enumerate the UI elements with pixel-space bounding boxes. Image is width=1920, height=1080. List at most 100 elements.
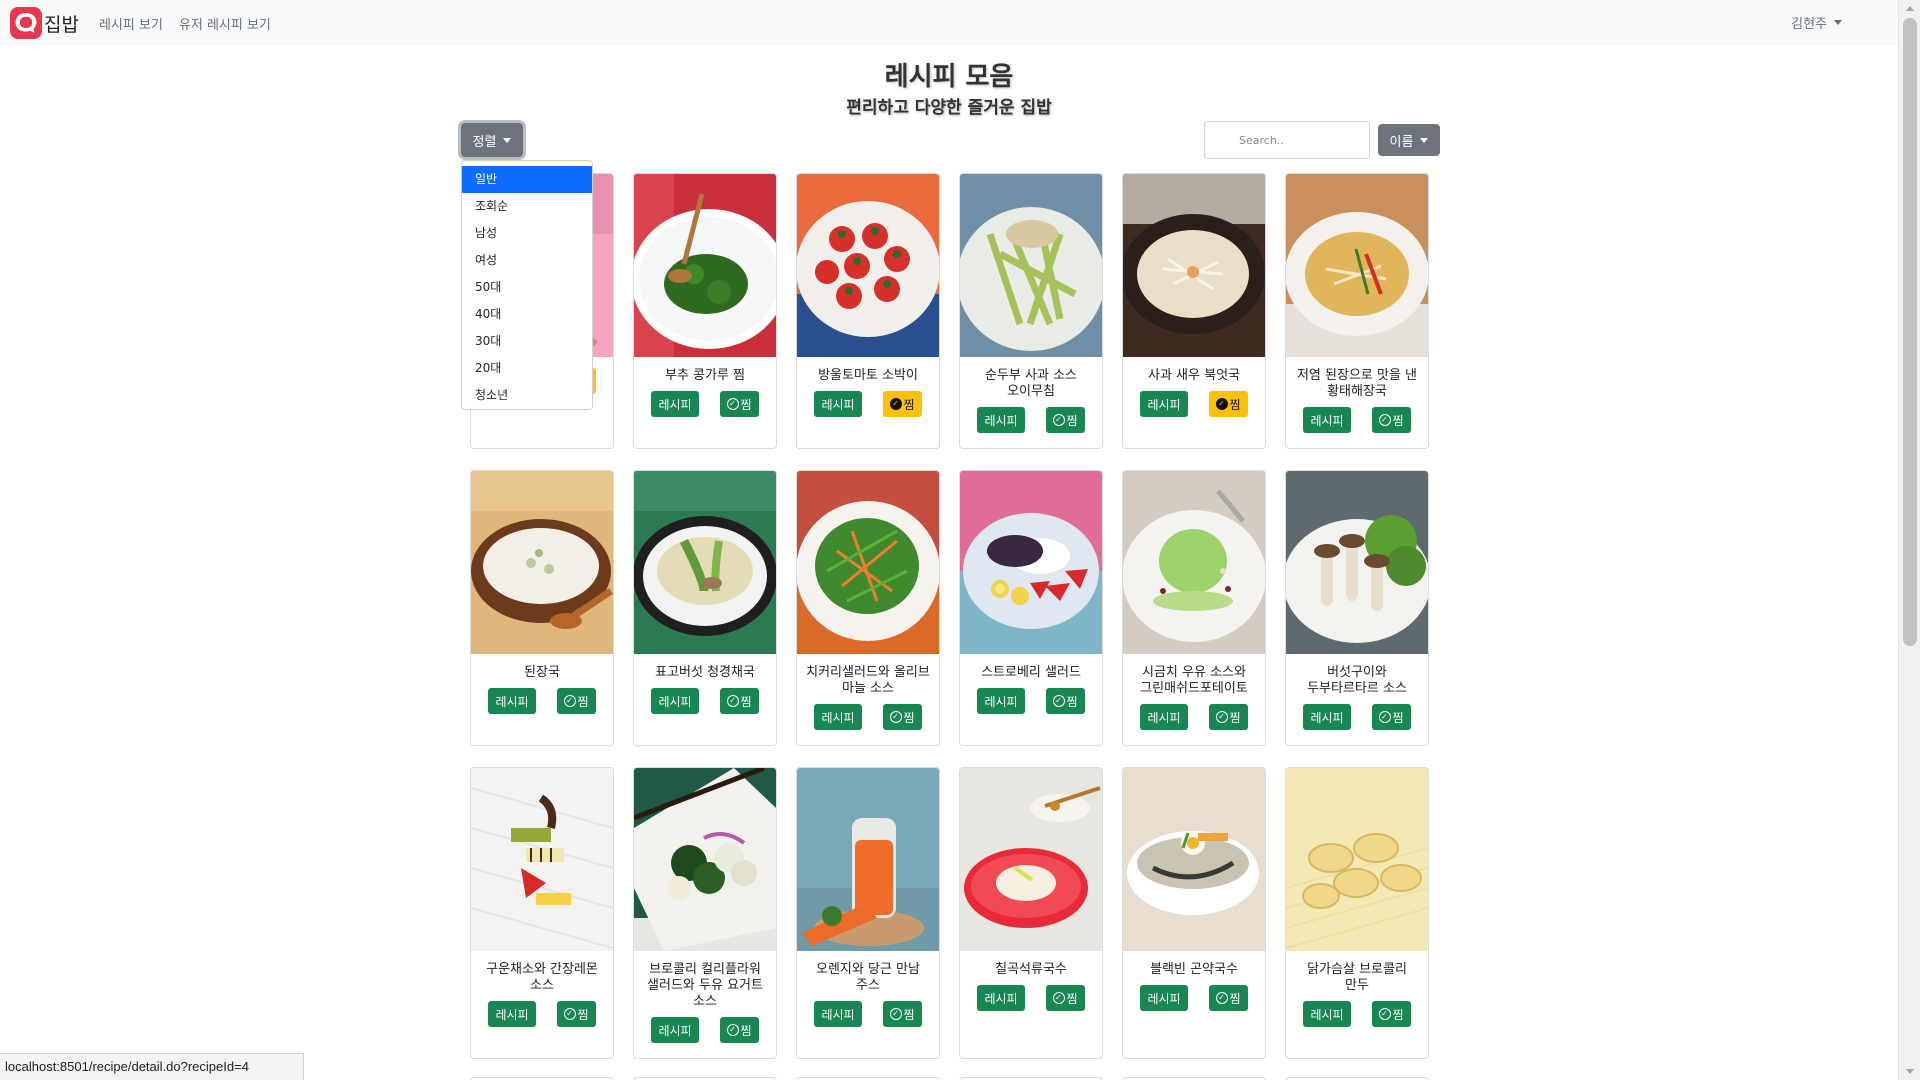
- recipe-image[interactable]: [960, 174, 1102, 357]
- nav-link-recipes[interactable]: 레시피 보기: [99, 14, 163, 33]
- sort-option[interactable]: 남성: [462, 220, 592, 247]
- brand-logo-icon: [10, 7, 42, 39]
- page-subtitle: 편리하고 다양한 즐거운 집밥: [846, 98, 1052, 118]
- page-scrollbar[interactable]: [1898, 0, 1920, 1080]
- recipe-title: 부추 콩가루 찜: [664, 368, 746, 383]
- zzim-button[interactable]: ✓찜: [719, 688, 759, 714]
- zzim-button[interactable]: ✓찜: [882, 391, 922, 417]
- check-circle-icon: ✓: [1052, 992, 1065, 1004]
- sort-option[interactable]: 20대: [462, 355, 592, 382]
- recipe-title: 블랙빈 곤약국수: [1150, 962, 1238, 977]
- zzim-button[interactable]: ✓찜: [1045, 985, 1085, 1011]
- recipe-title: 사과 새우 북엇국: [1148, 368, 1240, 383]
- recipe-card: 칠곡석류국수 레시피 ✓ 찜: [959, 767, 1103, 1059]
- zzim-label: 찜: [577, 694, 589, 709]
- zzim-button[interactable]: ✓찜: [1371, 407, 1411, 433]
- zzim-button[interactable]: ✓찜: [882, 1001, 922, 1027]
- recipe-title: 브로콜리 컬리플라워 샐러드와 두유 요거트 소스: [647, 962, 763, 1009]
- check-circle-icon: ✓: [1378, 414, 1391, 426]
- recipe-image[interactable]: [634, 471, 776, 654]
- recipe-button[interactable]: 레시피: [1303, 1001, 1351, 1027]
- zzim-label: 찜: [1066, 694, 1078, 709]
- check-circle-icon: ✓: [889, 1008, 902, 1020]
- navbar: 집밥 레시피 보기 유저 레시피 보기 김현주: [0, 0, 1898, 46]
- recipe-button[interactable]: 레시피: [651, 1017, 699, 1043]
- zzim-label: 찜: [740, 397, 752, 412]
- recipe-image[interactable]: [1286, 174, 1428, 357]
- recipe-button[interactable]: 레시피: [651, 688, 699, 714]
- recipe-title: 스트로베리 샐러드: [981, 665, 1081, 680]
- recipe-image[interactable]: [1286, 471, 1428, 654]
- zzim-button[interactable]: ✓찜: [556, 688, 596, 714]
- recipe-image[interactable]: [797, 471, 939, 654]
- scroll-up-arrow-icon[interactable]: [1906, 6, 1914, 11]
- recipe-button[interactable]: 레시피: [977, 688, 1025, 714]
- recipe-image[interactable]: [960, 471, 1102, 654]
- zzim-button[interactable]: ✓찜: [1371, 1001, 1411, 1027]
- zzim-button[interactable]: ✓찜: [882, 704, 922, 730]
- sort-option[interactable]: 청소년: [462, 382, 592, 409]
- recipe-button[interactable]: 레시피: [488, 688, 536, 714]
- recipe-card: 오렌지와 당근 만남 주스 레시피 ✓ 찜: [796, 767, 940, 1059]
- recipe-button[interactable]: 레시피: [977, 407, 1025, 433]
- recipe-image[interactable]: [634, 174, 776, 357]
- check-circle-icon: ✓: [1215, 398, 1228, 410]
- zzim-button[interactable]: ✓찜: [556, 1001, 596, 1027]
- recipe-card-actions: 레시피 ✓찜: [1286, 1001, 1428, 1027]
- user-menu[interactable]: 김현주: [1791, 13, 1842, 32]
- sort-button-label: 정렬: [472, 134, 497, 150]
- recipe-button[interactable]: 레시피: [1303, 704, 1351, 730]
- recipe-image[interactable]: [471, 768, 613, 951]
- recipe-button[interactable]: 레시피: [651, 391, 699, 417]
- recipe-button[interactable]: 레시피: [1303, 407, 1351, 433]
- recipe-image[interactable]: [1123, 768, 1265, 951]
- check-circle-icon: ✓: [889, 398, 902, 410]
- nav-link-user-recipes[interactable]: 유저 레시피 보기: [179, 14, 271, 33]
- zzim-button[interactable]: ✓찜: [1208, 985, 1248, 1011]
- recipe-image[interactable]: [1123, 471, 1265, 654]
- recipe-button[interactable]: 레시피: [814, 391, 862, 417]
- search-input[interactable]: [1204, 121, 1370, 159]
- sort-option[interactable]: 여성: [462, 247, 592, 274]
- zzim-button[interactable]: ✓찜: [1045, 688, 1085, 714]
- zzim-label: 찜: [740, 1023, 752, 1038]
- recipe-image[interactable]: [960, 768, 1102, 951]
- zzim-button[interactable]: ✓찜: [1208, 704, 1248, 730]
- recipe-image[interactable]: [634, 768, 776, 951]
- recipe-card-actions: 레시피 ✓찜: [471, 1001, 613, 1027]
- recipe-button[interactable]: 레시피: [488, 1001, 536, 1027]
- sort-dropdown-button[interactable]: 정렬: [461, 123, 523, 157]
- zzim-button[interactable]: ✓찜: [1208, 391, 1248, 417]
- recipe-button[interactable]: 레시피: [814, 1001, 862, 1027]
- recipe-card: 버섯구이와 두부타르타르 소스 레시피 ✓ 찜: [1285, 470, 1429, 746]
- recipe-button[interactable]: 레시피: [1140, 704, 1188, 730]
- recipe-card: 사과 새우 북엇국레시피 ✓ 찜: [1122, 173, 1266, 449]
- sort-option[interactable]: 30대: [462, 328, 592, 355]
- sort-option[interactable]: 50대: [462, 274, 592, 301]
- scroll-down-arrow-icon[interactable]: [1906, 1069, 1914, 1074]
- chevron-down-icon: [503, 137, 512, 143]
- recipe-image[interactable]: [797, 768, 939, 951]
- recipe-image[interactable]: [471, 471, 613, 654]
- recipe-button[interactable]: 레시피: [1140, 391, 1188, 417]
- recipe-card-actions: 레시피 ✓찜: [634, 1017, 776, 1043]
- recipe-image[interactable]: [1286, 768, 1428, 951]
- recipe-title: 된장국: [524, 665, 560, 680]
- recipe-image[interactable]: [1123, 174, 1265, 357]
- recipe-title: 저염 된장으로 맛을 낸 황태해장국: [1296, 368, 1418, 399]
- brand-name: 집밥: [44, 13, 79, 36]
- scroll-thumb[interactable]: [1903, 18, 1917, 646]
- zzim-button[interactable]: ✓찜: [719, 1017, 759, 1043]
- recipe-button[interactable]: 레시피: [977, 985, 1025, 1011]
- zzim-button[interactable]: ✓찜: [719, 391, 759, 417]
- brand[interactable]: 집밥: [10, 7, 79, 39]
- sort-option[interactable]: 일반: [462, 166, 592, 193]
- recipe-button[interactable]: 레시피: [814, 704, 862, 730]
- zzim-button[interactable]: ✓찜: [1371, 704, 1411, 730]
- recipe-image[interactable]: [797, 174, 939, 357]
- search-type-dropdown-button[interactable]: 이름: [1378, 124, 1440, 156]
- zzim-button[interactable]: ✓찜: [1045, 407, 1085, 433]
- sort-option[interactable]: 조회순: [462, 193, 592, 220]
- recipe-button[interactable]: 레시피: [1140, 985, 1188, 1011]
- sort-option[interactable]: 40대: [462, 301, 592, 328]
